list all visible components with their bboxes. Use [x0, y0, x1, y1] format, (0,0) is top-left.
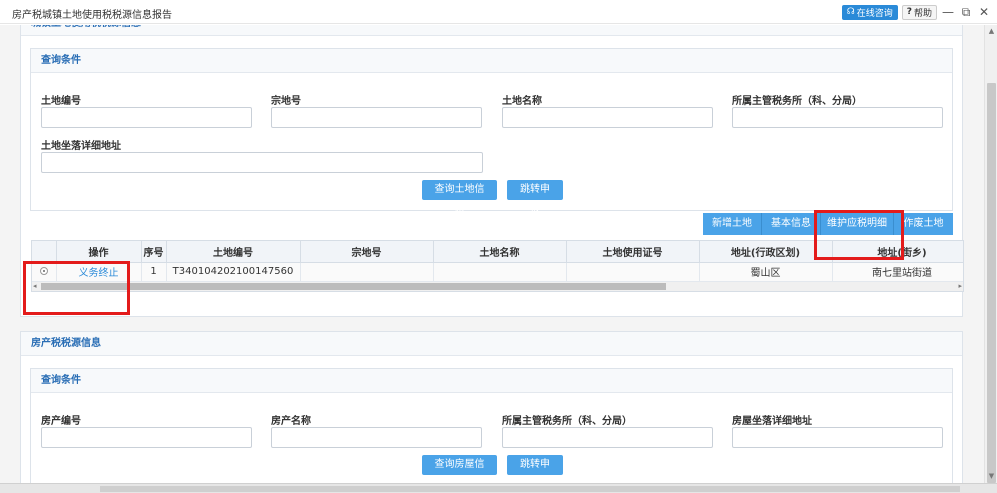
- land-panel-title: 城镇土地使用税税源信息: [21, 25, 962, 36]
- land-tax-panel: 城镇土地使用税税源信息 查询条件 土地编号 宗地号 土地名称 所属主管税务所（科…: [20, 25, 964, 317]
- row-parcel-no: [300, 262, 434, 282]
- house-no-input[interactable]: [41, 427, 252, 448]
- house-tax-office-select[interactable]: [502, 427, 713, 448]
- scroll-right-icon[interactable]: ▸: [958, 282, 962, 290]
- grid-horizontal-scrollbar[interactable]: ◂ ▸: [32, 282, 963, 291]
- window-titlebar: 房产税城镇土地使用税税源信息报告 ☊ 在线咨询 ? 帮助 — ⧉ ✕: [0, 0, 997, 24]
- search-house-button[interactable]: 查询房屋信息: [422, 455, 497, 483]
- land-address-input[interactable]: [41, 152, 483, 173]
- headset-icon: ☊: [846, 7, 855, 17]
- house-panel-title: 房产税税源信息: [21, 332, 962, 356]
- house-jump-declare-button[interactable]: 跳转申报: [507, 455, 563, 483]
- house-query-panel: 查询条件 房产编号 房产名称 所属主管税务所（科、分局） 房屋坐落详细地址 查询…: [30, 368, 953, 483]
- vertical-scroll-thumb[interactable]: [987, 83, 996, 483]
- house-address-input[interactable]: [732, 427, 943, 448]
- col-land-name: 土地名称: [433, 241, 567, 263]
- land-address-label: 土地坐落详细地址: [41, 141, 121, 152]
- house-tax-panel: 房产税税源信息 查询条件 房产编号 房产名称 所属主管税务所（科、分局） 房屋坐…: [20, 331, 963, 483]
- house-query-title: 查询条件: [31, 369, 952, 393]
- house-tax-office-label: 所属主管税务所（科、分局）: [502, 416, 632, 427]
- house-address-label: 房屋坐落详细地址: [732, 416, 812, 427]
- restore-icon[interactable]: ⧉: [959, 5, 973, 19]
- tax-office-label: 所属主管税务所（科、分局）: [732, 96, 862, 107]
- add-land-button[interactable]: 新增土地: [703, 213, 762, 235]
- col-index: 序号: [141, 241, 167, 263]
- grid-scroll-thumb[interactable]: [41, 283, 666, 290]
- titlebar-actions: ☊ 在线咨询 ? 帮助 — ⧉ ✕: [841, 4, 991, 20]
- col-parcel-no: 宗地号: [300, 241, 434, 263]
- highlight-maintain-button: [814, 210, 904, 260]
- col-cert-no: 土地使用证号: [566, 241, 700, 263]
- house-name-label: 房产名称: [271, 416, 311, 427]
- scroll-up-icon[interactable]: ▲: [987, 27, 996, 36]
- online-consult-label: 在线咨询: [856, 8, 893, 19]
- row-land-no: T340104202100147560: [166, 262, 301, 282]
- row-district: 蜀山区: [699, 262, 833, 282]
- row-cert-no: [566, 262, 700, 282]
- table-row[interactable]: 义务终止 1 T340104202100147560 蜀山区 南七里站街道: [32, 262, 963, 282]
- vertical-scrollbar[interactable]: ▲ ▼: [984, 25, 997, 483]
- tax-office-select[interactable]: [732, 107, 943, 128]
- highlight-action-column: [23, 261, 130, 315]
- row-street: 南七里站街道: [832, 262, 963, 282]
- land-name-input[interactable]: [502, 107, 713, 128]
- scroll-down-icon[interactable]: ▼: [987, 472, 996, 481]
- land-name-label: 土地名称: [502, 96, 542, 107]
- help-button[interactable]: ? 帮助: [901, 4, 937, 20]
- row-index: 1: [141, 262, 167, 282]
- col-action: 操作: [56, 241, 142, 263]
- land-query-panel: 查询条件 土地编号 宗地号 土地名称 所属主管税务所（科、分局） 土地坐落详细地…: [30, 48, 953, 215]
- col-land-no: 土地编号: [166, 241, 301, 263]
- house-no-label: 房产编号: [41, 416, 81, 427]
- parcel-no-label: 宗地号: [271, 96, 301, 107]
- jump-declare-button[interactable]: 跳转申报: [507, 180, 563, 215]
- parcel-no-input[interactable]: [271, 107, 482, 128]
- page-horizontal-scrollbar[interactable]: [0, 483, 997, 493]
- basic-info-button[interactable]: 基本信息: [762, 213, 821, 235]
- land-no-label: 土地编号: [41, 96, 81, 107]
- question-icon: ?: [906, 7, 912, 17]
- col-select: [32, 241, 57, 263]
- window-title: 房产税城镇土地使用税税源信息报告: [12, 10, 172, 21]
- search-land-button[interactable]: 查询土地信息: [422, 180, 497, 215]
- page-scroll-thumb[interactable]: [100, 486, 960, 492]
- online-consult-button[interactable]: ☊ 在线咨询: [841, 4, 898, 20]
- row-land-name: [433, 262, 567, 282]
- land-no-input[interactable]: [41, 107, 252, 128]
- col-district: 地址(行政区划): [699, 241, 833, 263]
- land-query-title: 查询条件: [31, 49, 952, 73]
- house-name-input[interactable]: [271, 427, 482, 448]
- help-label: 帮助: [913, 8, 932, 19]
- close-icon[interactable]: ✕: [977, 5, 991, 19]
- minimize-icon[interactable]: —: [941, 5, 955, 19]
